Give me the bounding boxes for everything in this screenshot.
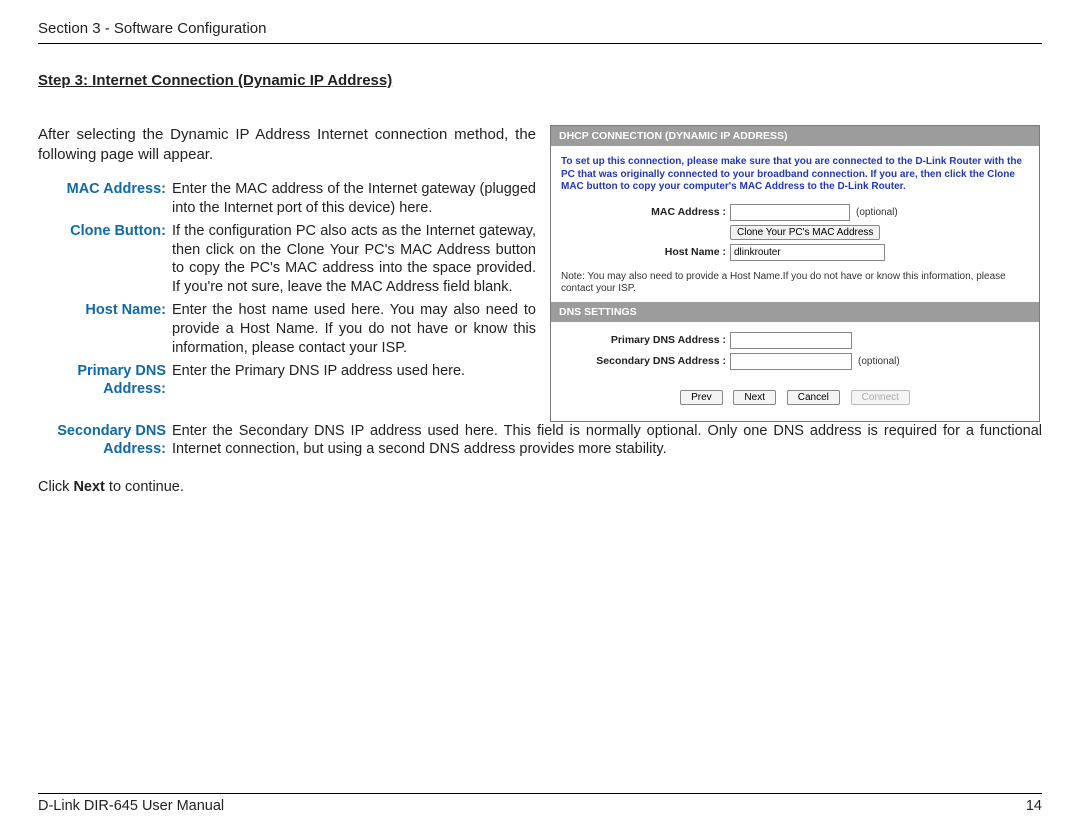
host-note-text: Note: You may also need to provide a Hos…	[561, 271, 1029, 296]
step-title: Step 3: Internet Connection (Dynamic IP …	[38, 72, 1042, 89]
outro-text: Click Next to continue.	[38, 479, 1042, 495]
router-config-panel: DHCP CONNECTION (DYNAMIC IP ADDRESS) To …	[550, 125, 1040, 422]
def-term-secondary-dns: Secondary DNS Address:	[38, 422, 172, 460]
dhcp-panel-header: DHCP CONNECTION (DYNAMIC IP ADDRESS)	[551, 126, 1039, 146]
def-desc-primary-dns: Enter the Primary DNS IP address used he…	[172, 362, 536, 381]
host-name-label: Host Name :	[561, 246, 730, 258]
intro-text: After selecting the Dynamic IP Address I…	[38, 125, 536, 164]
host-name-input[interactable]	[730, 244, 885, 261]
def-desc-secondary-dns: Enter the Secondary DNS IP address used …	[172, 422, 1042, 460]
def-desc-host: Enter the host name used here. You may a…	[172, 301, 536, 358]
dns-panel-header: DNS SETTINGS	[551, 302, 1039, 322]
def-row: Secondary DNS Address: Enter the Seconda…	[38, 422, 1042, 460]
section-header: Section 3 - Software Configuration	[38, 20, 266, 37]
prev-button[interactable]: Prev	[680, 390, 723, 405]
clone-mac-button[interactable]: Clone Your PC's MAC Address	[730, 225, 880, 240]
def-term-mac: MAC Address:	[38, 180, 172, 199]
def-row: Clone Button: If the configuration PC al…	[38, 222, 536, 297]
footer-manual-title: D-Link DIR-645 User Manual	[38, 798, 224, 814]
secondary-dns-input[interactable]	[730, 353, 852, 370]
def-row: Primary DNS Address: Enter the Primary D…	[38, 362, 536, 400]
def-term-clone: Clone Button:	[38, 222, 172, 241]
def-desc-mac: Enter the MAC address of the Internet ga…	[172, 180, 536, 218]
next-button[interactable]: Next	[733, 390, 776, 405]
cancel-button[interactable]: Cancel	[787, 390, 840, 405]
def-row: Host Name: Enter the host name used here…	[38, 301, 536, 358]
mac-address-label: MAC Address :	[561, 206, 730, 218]
primary-dns-input[interactable]	[730, 332, 852, 349]
def-row: MAC Address: Enter the MAC address of th…	[38, 180, 536, 218]
mac-optional-text: (optional)	[856, 207, 898, 218]
def-desc-clone: If the configuration PC also acts as the…	[172, 222, 536, 297]
secondary-dns-label: Secondary DNS Address :	[561, 355, 730, 367]
footer-page-number: 14	[1026, 798, 1042, 814]
dhcp-instructions: To set up this connection, please make s…	[561, 156, 1029, 194]
def-term-primary-dns: Primary DNS Address:	[38, 362, 172, 400]
primary-dns-label: Primary DNS Address :	[561, 334, 730, 346]
secondary-dns-optional: (optional)	[858, 356, 900, 367]
mac-address-input[interactable]	[730, 204, 850, 221]
connect-button[interactable]: Connect	[851, 390, 910, 405]
def-term-host: Host Name:	[38, 301, 172, 320]
